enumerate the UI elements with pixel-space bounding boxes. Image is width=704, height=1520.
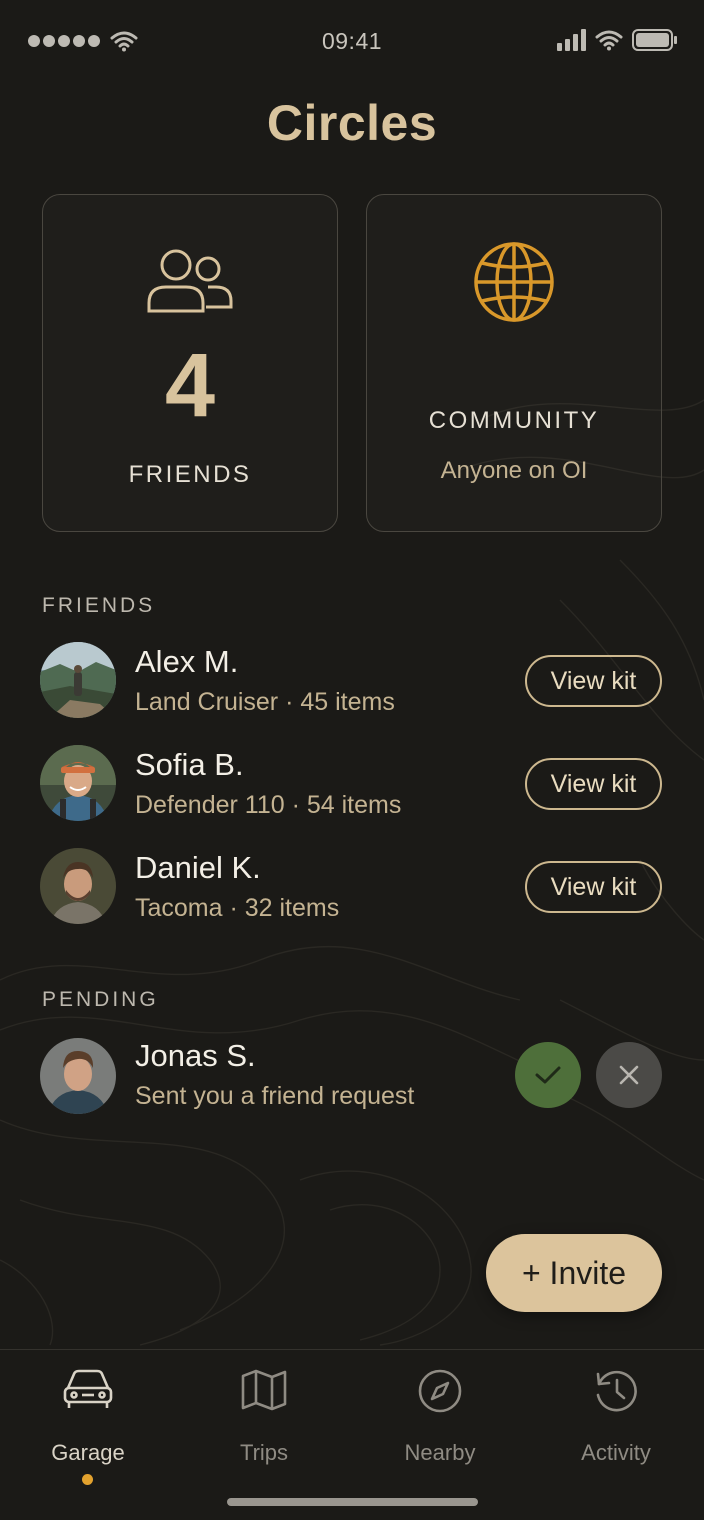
wifi-icon xyxy=(595,30,623,51)
status-bar: 09:41 xyxy=(0,0,704,84)
tab-nearby[interactable]: Nearby xyxy=(352,1368,528,1478)
home-indicator[interactable] xyxy=(227,1498,478,1506)
friend-row[interactable]: Sofia B. Defender 110 · 54 items View ki… xyxy=(0,745,704,829)
friends-section-header: FRIENDS xyxy=(42,594,156,617)
avatar xyxy=(40,642,116,718)
tab-label: Trips xyxy=(239,1440,289,1465)
tab-label: Activity xyxy=(581,1440,651,1465)
friends-card[interactable]: 4 FRIENDS xyxy=(42,194,338,532)
pending-name: Jonas S. xyxy=(135,1038,256,1073)
friend-row[interactable]: Daniel K. Tacoma · 32 items View kit xyxy=(0,848,704,932)
avatar xyxy=(40,745,116,821)
view-kit-button[interactable]: View kit xyxy=(525,655,662,707)
friend-vehicle-info: Land Cruiser · 45 items xyxy=(135,688,395,716)
pending-request-row: Jonas S. Sent you a friend request xyxy=(0,1036,704,1120)
close-icon xyxy=(619,1065,639,1085)
tab-garage[interactable]: Garage xyxy=(0,1368,176,1485)
friend-vehicle-info: Defender 110 · 54 items xyxy=(135,791,402,819)
cellular-bars-icon xyxy=(557,29,586,51)
battery-icon xyxy=(632,29,677,51)
history-icon xyxy=(528,1368,704,1414)
community-card-label: COMMUNITY xyxy=(428,407,600,434)
tab-label: Garage xyxy=(51,1440,125,1465)
friends-count: 4 xyxy=(164,336,216,436)
friends-group-icon xyxy=(43,247,337,313)
tab-label: Nearby xyxy=(404,1440,476,1465)
accept-request-button[interactable] xyxy=(515,1042,581,1108)
map-icon xyxy=(176,1368,352,1412)
decline-request-button[interactable] xyxy=(596,1042,662,1108)
bottom-tab-bar: Garage Trips Nearby Activity xyxy=(0,1349,704,1520)
page-title: Circles xyxy=(266,95,438,151)
community-card-subtitle: Anyone on OI xyxy=(440,457,588,484)
tab-activity[interactable]: Activity xyxy=(528,1368,704,1478)
view-kit-button[interactable]: View kit xyxy=(525,758,662,810)
friend-name: Daniel K. xyxy=(135,850,261,885)
active-tab-indicator xyxy=(82,1474,93,1485)
friend-row[interactable]: Alex M. Land Cruiser · 45 items View kit xyxy=(0,642,704,726)
invite-button[interactable]: + Invite xyxy=(486,1234,662,1312)
pending-section-header: PENDING xyxy=(42,988,159,1011)
tab-trips[interactable]: Trips xyxy=(176,1368,352,1478)
friend-vehicle-info: Tacoma · 32 items xyxy=(135,894,340,922)
status-indicators xyxy=(556,29,678,51)
community-card[interactable]: COMMUNITY Anyone on OI xyxy=(366,194,662,532)
globe-icon xyxy=(367,241,661,323)
avatar xyxy=(40,848,116,924)
view-kit-button[interactable]: View kit xyxy=(525,861,662,913)
circles-screen: 09:41 Circles 4 FRIENDS COMMUNITY Anyone… xyxy=(0,0,704,1520)
compass-icon xyxy=(352,1368,528,1414)
friend-name: Sofia B. xyxy=(135,747,244,782)
friend-name: Alex M. xyxy=(135,644,239,679)
friends-card-label: FRIENDS xyxy=(128,461,252,488)
car-icon xyxy=(0,1368,176,1410)
pending-status: Sent you a friend request xyxy=(135,1082,415,1110)
avatar xyxy=(40,1038,116,1114)
checkmark-icon xyxy=(535,1066,561,1084)
